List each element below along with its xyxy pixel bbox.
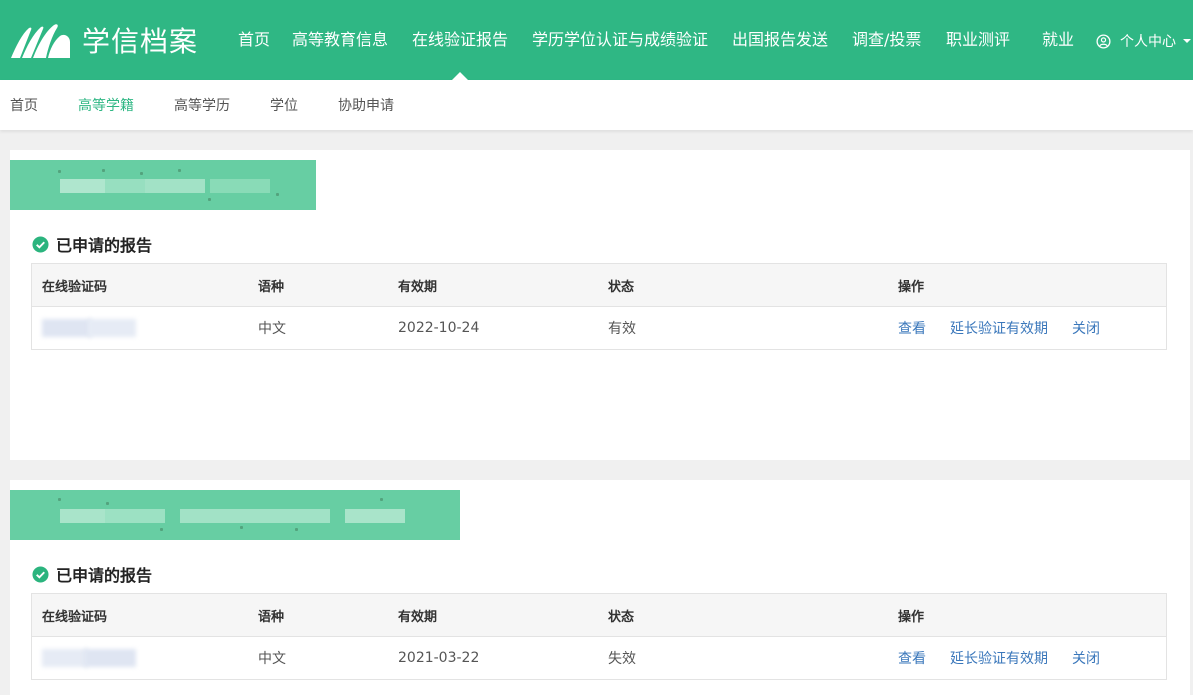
nav-item-online-verification-report[interactable]: 在线验证报告 [412, 29, 508, 51]
section-heading-text: 已申请的报告 [56, 566, 153, 585]
table-header-row: 在线验证码 语种 有效期 状态 操作 [32, 594, 1166, 637]
verification-code-redacted [42, 643, 138, 673]
redacted-name-banner [10, 490, 460, 540]
redacted-name-banner [10, 160, 316, 210]
check-circle-icon [32, 235, 49, 253]
report-table: 在线验证码 语种 有效期 状态 操作 中文 2022-10-24 有效 查看 延… [31, 263, 1167, 350]
column-header-status: 状态 [608, 609, 635, 625]
column-header-expiry: 有效期 [398, 609, 438, 625]
section-heading: 已申请的报告 [32, 562, 152, 586]
column-header-status: 状态 [608, 279, 635, 295]
site-logo-text[interactable]: 学信档案 [82, 23, 198, 61]
subnav-item-academic-record[interactable]: 高等学历 [174, 95, 230, 115]
cell-status: 有效 [608, 321, 636, 337]
column-header-expiry: 有效期 [398, 279, 438, 295]
close-link[interactable]: 关闭 [1072, 318, 1100, 338]
view-link[interactable]: 查看 [898, 648, 926, 668]
table-row: 中文 2021-03-22 失效 查看 延长验证有效期 关闭 [32, 637, 1166, 679]
nav-item-degree-certification[interactable]: 学历学位认证与成绩验证 [532, 29, 708, 51]
cell-code [32, 313, 248, 343]
section-heading: 已申请的报告 [32, 232, 152, 256]
book-pages-icon[interactable] [10, 22, 72, 60]
column-header-language: 语种 [258, 609, 285, 625]
cell-actions: 查看 延长验证有效期 关闭 [888, 318, 1166, 338]
verification-code-redacted [42, 313, 138, 343]
report-card: 已申请的报告 在线验证码 语种 有效期 状态 操作 中文 2022-10-24 … [10, 150, 1190, 460]
table-header-row: 在线验证码 语种 有效期 状态 操作 [32, 264, 1166, 307]
cell-language: 中文 [258, 651, 286, 667]
section-heading-text: 已申请的报告 [56, 236, 153, 255]
report-table: 在线验证码 语种 有效期 状态 操作 中文 2021-03-22 失效 查看 延… [31, 593, 1167, 680]
cell-code [32, 643, 248, 673]
user-center-label: 个人中心 [1120, 34, 1176, 50]
cell-status: 失效 [608, 651, 636, 667]
nav-item-survey-vote[interactable]: 调查/投票 [852, 29, 921, 51]
subnav-item-assisted-application[interactable]: 协助申请 [338, 95, 394, 115]
column-header-language: 语种 [258, 279, 285, 295]
column-header-actions: 操作 [898, 609, 925, 625]
subnav-item-home[interactable]: 首页 [10, 95, 38, 115]
nav-item-higher-education-info[interactable]: 高等教育信息 [292, 29, 388, 51]
report-card: 已申请的报告 在线验证码 语种 有效期 状态 操作 中文 2021-03-22 … [10, 480, 1190, 695]
nav-item-home[interactable]: 首页 [238, 29, 270, 51]
cell-expiry: 2022-10-24 [398, 320, 480, 336]
cell-actions: 查看 延长验证有效期 关闭 [888, 648, 1166, 668]
view-link[interactable]: 查看 [898, 318, 926, 338]
user-circle-icon [1096, 33, 1111, 49]
subnav-item-degree[interactable]: 学位 [270, 95, 298, 115]
cell-expiry: 2021-03-22 [398, 650, 480, 666]
subnav-item-student-status[interactable]: 高等学籍 [78, 95, 134, 115]
extend-validity-link[interactable]: 延长验证有效期 [950, 318, 1048, 338]
nav-item-career-assessment[interactable]: 职业测评 [946, 29, 1010, 51]
cell-language: 中文 [258, 321, 286, 337]
nav-item-employment[interactable]: 就业 [1042, 29, 1074, 51]
active-nav-pointer [452, 72, 468, 80]
top-navbar: 学信档案 首页 高等教育信息 在线验证报告 学历学位认证与成绩验证 出国报告发送… [0, 0, 1193, 80]
check-circle-icon [32, 565, 49, 583]
column-header-code: 在线验证码 [42, 279, 108, 295]
column-header-actions: 操作 [898, 279, 925, 295]
column-header-code: 在线验证码 [42, 609, 108, 625]
caret-down-icon [1183, 39, 1191, 43]
nav-item-overseas-report-sending[interactable]: 出国报告发送 [732, 29, 828, 51]
table-row: 中文 2022-10-24 有效 查看 延长验证有效期 关闭 [32, 307, 1166, 349]
sub-navbar: 首页 高等学籍 高等学历 学位 协助申请 [0, 80, 1193, 130]
close-link[interactable]: 关闭 [1072, 648, 1100, 668]
user-center-menu[interactable]: 个人中心 [1096, 31, 1191, 51]
extend-validity-link[interactable]: 延长验证有效期 [950, 648, 1048, 668]
